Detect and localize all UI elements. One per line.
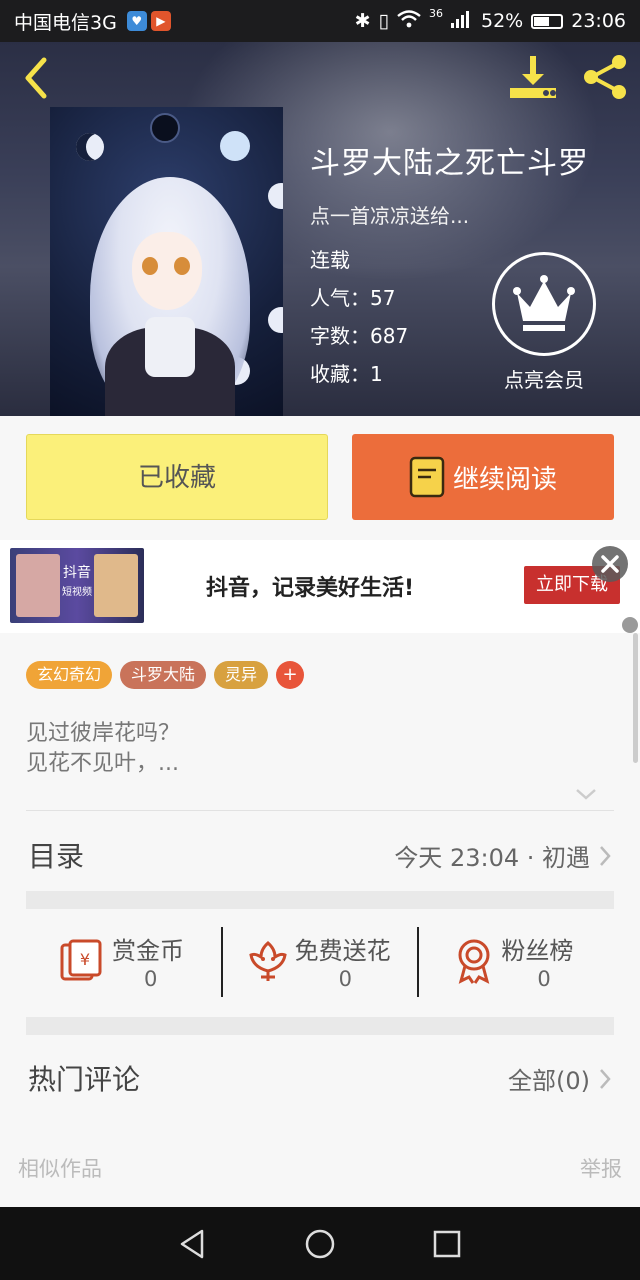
continue-reading-button[interactable]: 继续阅读 [352,434,614,520]
video-notification-icon: ▶ [150,11,171,31]
svg-text:¥: ¥ [80,950,90,969]
network-type-label: 36 [429,6,443,20]
fan-rank-value: 0 [537,967,551,991]
envelope-coin-icon: ¥ [60,939,102,981]
free-flower-label: 免费送花 [294,937,391,965]
hot-comments-title: 热门评论 [28,1063,141,1096]
scrollbar[interactable] [633,633,638,763]
nav-back-button[interactable] [173,1224,213,1264]
chevron-down-icon[interactable] [574,785,598,803]
all-comments-link[interactable]: 全部(0) [508,1061,612,1096]
free-flower-stat[interactable]: 免费送花 0 [220,927,418,997]
continue-reading-label: 继续阅读 [452,464,557,495]
flower-icon [249,941,287,981]
ad-info-icon[interactable] [622,617,638,633]
reward-coin-label: 赏金币 [112,937,184,965]
favorite-count: 收藏：1 [310,362,383,386]
nav-recents-button[interactable] [427,1224,467,1264]
tag-item[interactable]: 灵异 [214,661,269,689]
ad-logo-subtext: 短视频 [62,587,92,598]
ad-text: 抖音，记录美好生活! [206,576,415,601]
favorited-button[interactable]: 已收藏 [26,434,328,520]
chevron-right-icon [600,845,611,866]
share-icon [584,55,626,99]
back-button[interactable] [18,54,54,102]
chevron-left-icon [25,57,47,99]
book-icon [409,456,445,498]
serial-status: 连载 [310,248,350,272]
download-icon [510,56,556,98]
nav-home-button[interactable] [300,1224,340,1264]
book-subtitle: 点一首凉凉送给... [310,204,470,228]
fan-rank-stat[interactable]: 粉丝榜 0 [417,927,614,997]
square-recents-icon [433,1230,460,1257]
close-icon [601,555,619,573]
tag-item[interactable]: 斗罗大陆 [120,661,207,689]
app-notification-icon: ♥ [126,11,147,31]
fan-rank-label: 粉丝榜 [501,937,574,965]
popularity: 人气：57 [310,286,396,310]
wifi-icon [397,9,421,33]
ad-close-button[interactable] [592,546,628,582]
tag-list: 玄幻奇幻 斗罗大陆 灵异 + [26,661,305,689]
reward-coin-value: 0 [144,967,158,991]
report-link[interactable]: 举报 [580,1153,622,1183]
add-tag-button[interactable]: + [276,661,305,689]
clock: 23:06 [571,10,626,32]
ad-banner[interactable]: 抖音 短视频 抖音，记录美好生活! 立即下载 [0,540,640,633]
divider [26,810,614,811]
vip-label: 点亮会员 [504,368,584,392]
status-bar: 中国电信3G ♥ ▶ ✱ ▯ 36 52% 23:06 [0,0,640,42]
catalog-title[interactable]: 目录 [28,835,84,875]
word-count: 字数：687 [310,324,409,348]
book-intro[interactable]: 见过彼岸花吗？ 见花不见叶，... [26,719,180,779]
book-cover[interactable] [50,107,283,416]
catalog-latest-chapter: 今天 23:04 · 初遇 [394,844,590,872]
ad-image[interactable]: 抖音 短视频 [10,548,144,623]
section-separator [26,891,614,909]
vibrate-icon: ▯ [378,10,389,32]
section-separator [26,1017,614,1035]
battery-icon [531,13,564,29]
ad-logo-text: 抖音 [63,565,91,581]
all-comments-label: 全部(0) [508,1067,590,1095]
reward-stats: ¥ 赏金币 0 免费送花 0 粉丝榜 0 [26,927,614,997]
vip-button[interactable] [492,252,596,356]
intro-line: 见过彼岸花吗？ [26,721,181,746]
book-header: 斗罗大陆之死亡斗罗 点一首凉凉送给... 连载 人气：57 字数：687 收藏：… [0,42,640,416]
circle-home-icon [305,1229,335,1258]
free-flower-value: 0 [338,967,353,991]
system-nav-bar [0,1207,640,1280]
triangle-back-icon [181,1229,204,1258]
download-button[interactable] [506,52,560,102]
intro-line: 见花不见叶，... [26,751,179,776]
battery-percent: 52% [481,10,524,32]
chevron-right-icon [600,1068,611,1089]
similar-works-title: 相似作品 [18,1157,102,1181]
signal-icon [451,10,473,33]
crown-icon [513,275,575,331]
carrier-label: 中国电信3G [14,11,117,34]
catalog-latest-link[interactable]: 今天 23:04 · 初遇 [394,838,612,873]
tag-item[interactable]: 玄幻奇幻 [26,661,113,689]
share-button[interactable] [580,52,630,102]
book-title: 斗罗大陆之死亡斗罗 [310,146,589,181]
reward-coin-stat[interactable]: ¥ 赏金币 0 [26,927,221,997]
book-details: 玄幻奇幻 斗罗大陆 灵异 + 见过彼岸花吗？ 见花不见叶，... 目录 今天 2… [0,633,640,1207]
action-bar: 已收藏 继续阅读 [0,416,640,540]
bluetooth-icon: ✱ [354,10,371,32]
medal-icon [458,939,490,984]
